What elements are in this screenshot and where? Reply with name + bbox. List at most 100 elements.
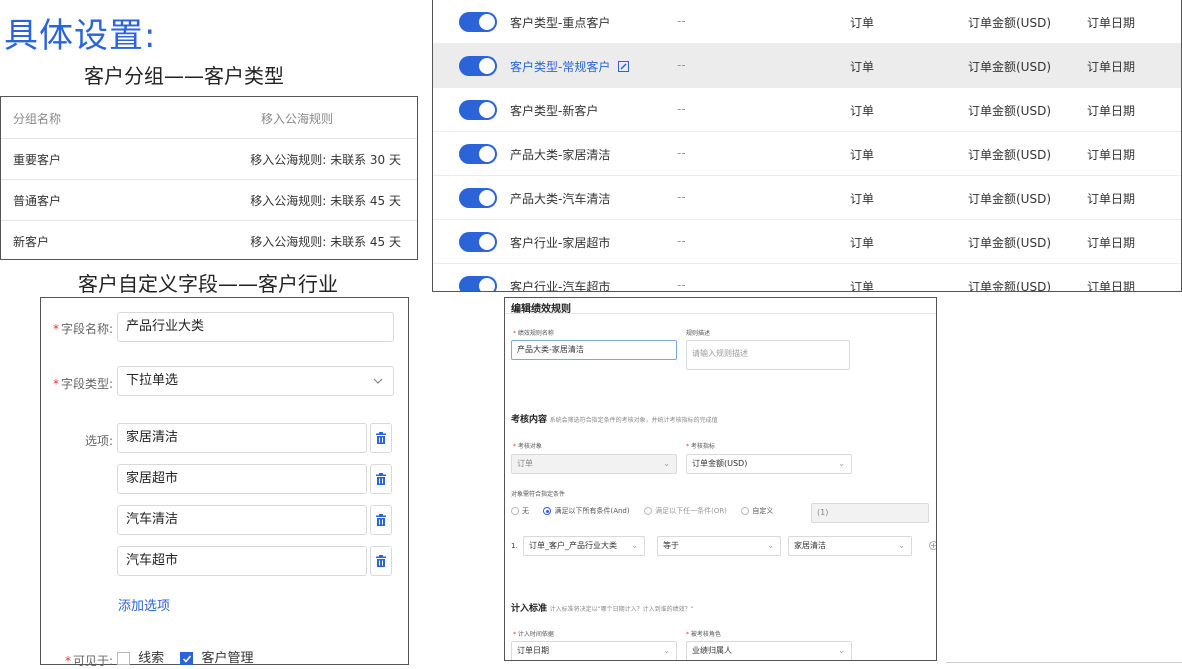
condition-value-select[interactable]: 家居清洁 ⌄ xyxy=(788,536,912,556)
rule-date: 订单日期 xyxy=(1087,236,1136,250)
rule-object: 订单 xyxy=(850,16,875,30)
indicator-select[interactable]: 订单金额(USD) ⌄ xyxy=(686,454,852,474)
rule-enable-toggle[interactable] xyxy=(459,56,497,76)
radio-custom[interactable] xyxy=(741,507,750,515)
rule-indicator: 订单金额(USD) xyxy=(968,16,1052,30)
radio-and[interactable] xyxy=(543,507,552,515)
object-select[interactable]: 订单 ⌄ xyxy=(511,454,677,474)
chevron-down-icon: ⌄ xyxy=(663,646,670,655)
role-label: * 被考核角色 xyxy=(686,631,721,638)
standard-section: 计入标准 计入标准将决定以“哪个日期计入？计入到谁的绩效？” xyxy=(511,604,694,614)
rule-object: 订单 xyxy=(850,236,875,250)
options-label: 选项: xyxy=(84,434,113,448)
table-row[interactable]: 客户类型-新客户 -- 订单 订单金额(USD) 订单日期 xyxy=(433,87,1181,132)
group-name: 重要客户 xyxy=(13,153,62,167)
table-row[interactable]: 客户行业-家居超市 -- 订单 订单金额(USD) 订单日期 xyxy=(433,219,1181,264)
trash-icon xyxy=(376,473,386,485)
option-input[interactable]: 汽车清洁 xyxy=(117,505,367,535)
condition-field-select[interactable]: 订单_客户_产品行业大类 ⌄ xyxy=(523,536,645,556)
table-header: 分组名称 移入公海规则 xyxy=(1,97,417,139)
rule-indicator: 订单金额(USD) xyxy=(968,104,1052,118)
customer-mgmt-checkbox[interactable] xyxy=(180,652,194,665)
rule-date: 订单日期 xyxy=(1087,16,1136,30)
rule-name[interactable]: 客户类型-重点客户 xyxy=(510,14,610,31)
chevron-down-icon xyxy=(373,378,383,384)
rule-enable-toggle[interactable] xyxy=(459,12,497,32)
rule-enable-toggle[interactable] xyxy=(459,232,497,252)
checkmark-icon xyxy=(183,655,192,663)
delete-option-button[interactable] xyxy=(370,505,392,535)
delete-option-button[interactable] xyxy=(370,423,392,453)
object-label: * 考核对象 xyxy=(513,443,542,450)
chevron-down-icon: ⌄ xyxy=(898,541,905,550)
page-title: 具体设置: xyxy=(4,16,157,56)
table-row[interactable]: 普通客户 移入公海规则: 未联系 45 天 xyxy=(1,179,417,221)
lead-checkbox[interactable] xyxy=(117,652,130,665)
rule-name[interactable]: 客户行业-家居超市 xyxy=(510,234,610,251)
group-rule: 移入公海规则: 未联系 45 天 xyxy=(250,235,401,249)
time-basis-select[interactable]: 订单日期 ⌄ xyxy=(511,641,677,660)
group-subtitle: 客户分组——客户类型 xyxy=(84,64,284,88)
rule-object: 订单 xyxy=(850,60,875,74)
field-type-select[interactable]: 下拉单选 xyxy=(117,366,394,396)
rule-enable-toggle[interactable] xyxy=(459,100,497,120)
rule-date: 订单日期 xyxy=(1087,148,1136,162)
rule-name[interactable]: 客户类型-新客户 xyxy=(510,102,598,119)
radio-none[interactable] xyxy=(511,507,519,515)
delete-option-button[interactable] xyxy=(370,464,392,494)
rule-desc-input[interactable]: 请输入规则描述 xyxy=(686,340,850,370)
performance-rules-table: 客户类型-重点客户 -- 订单 订单金额(USD) 订单日期 客户类型-常规客户… xyxy=(432,0,1182,292)
add-option-link[interactable]: 添加选项 xyxy=(118,595,170,614)
rule-name[interactable]: 产品大类-汽车清洁 xyxy=(510,190,610,207)
table-row[interactable]: 客户类型-重点客户 -- 订单 订单金额(USD) 订单日期 xyxy=(433,0,1181,44)
condition-operator-select[interactable]: 等于 ⌄ xyxy=(657,536,781,556)
table-row[interactable]: 客户类型-常规客户 -- 订单 订单金额(USD) 订单日期 xyxy=(433,43,1181,88)
rule-desc: -- xyxy=(677,14,686,28)
table-row[interactable]: 产品大类-汽车清洁 -- 订单 订单金额(USD) 订单日期 xyxy=(433,175,1181,220)
table-row[interactable]: 客户行业-汽车超市 -- 订单 订单金额(USD) 订单日期 xyxy=(433,263,1181,292)
rule-enable-toggle[interactable] xyxy=(459,144,497,164)
group-rule: 移入公海规则: 未联系 30 天 xyxy=(250,153,401,167)
visible-options: 线索 客户管理 xyxy=(117,647,253,666)
custom-field-form: * 字段名称: 产品行业大类 * 字段类型: 下拉单选 选项: 家居清洁 家居超市 … xyxy=(40,297,409,668)
rule-date: 订单日期 xyxy=(1087,60,1136,74)
rule-desc: -- xyxy=(677,234,686,248)
rule-enable-toggle[interactable] xyxy=(459,188,497,208)
table-row[interactable]: 新客户 移入公海规则: 未联系 45 天 xyxy=(1,220,417,261)
rule-name[interactable]: 客户类型-常规客户 xyxy=(510,58,630,75)
trash-icon xyxy=(376,432,386,444)
condition-radio-group[interactable]: 无 满足以下所有条件(And) 满足以下任一条件(OR) 自定义 xyxy=(511,506,773,516)
rule-name[interactable]: 客户行业-汽车超市 xyxy=(510,278,610,291)
chevron-down-icon: ⌄ xyxy=(631,541,638,550)
rule-desc: -- xyxy=(677,58,686,72)
rule-indicator: 订单金额(USD) xyxy=(968,236,1052,250)
rule-indicator: 订单金额(USD) xyxy=(968,148,1052,162)
rule-name[interactable]: 产品大类-家居清洁 xyxy=(510,146,610,163)
rule-indicator: 订单金额(USD) xyxy=(968,60,1052,74)
rule-object: 订单 xyxy=(850,192,875,206)
role-select[interactable]: 业绩归属人 ⌄ xyxy=(686,641,852,660)
option-input[interactable]: 汽车超市 xyxy=(117,546,367,576)
customer-mgmt-label: 客户管理 xyxy=(201,651,254,666)
delete-option-button[interactable] xyxy=(370,546,392,576)
edit-icon[interactable] xyxy=(618,61,630,72)
divider xyxy=(505,313,936,314)
trash-icon xyxy=(376,555,386,567)
custom-expression-input[interactable]: (1) xyxy=(811,503,929,523)
rule-desc: -- xyxy=(677,278,686,292)
group-name: 普通客户 xyxy=(13,194,62,208)
table-row[interactable]: 产品大类-家居清洁 -- 订单 订单金额(USD) 订单日期 xyxy=(433,131,1181,176)
table-row[interactable]: 重要客户 移入公海规则: 未联系 30 天 xyxy=(1,138,417,180)
rule-enable-toggle[interactable] xyxy=(459,276,497,291)
add-condition-icon[interactable] xyxy=(929,541,937,550)
field-name-input[interactable]: 产品行业大类 xyxy=(117,312,394,342)
field-type-label: * 字段类型: xyxy=(52,377,113,391)
rule-desc: -- xyxy=(677,146,686,160)
rule-name-input[interactable]: 产品大类-家居清洁 xyxy=(511,340,677,360)
chevron-down-icon: ⌄ xyxy=(663,459,670,468)
radio-or[interactable] xyxy=(644,507,653,515)
option-input[interactable]: 家居清洁 xyxy=(117,423,367,453)
condition-index: 1. xyxy=(511,542,518,550)
option-input[interactable]: 家居超市 xyxy=(117,464,367,494)
rule-object: 订单 xyxy=(850,104,875,118)
